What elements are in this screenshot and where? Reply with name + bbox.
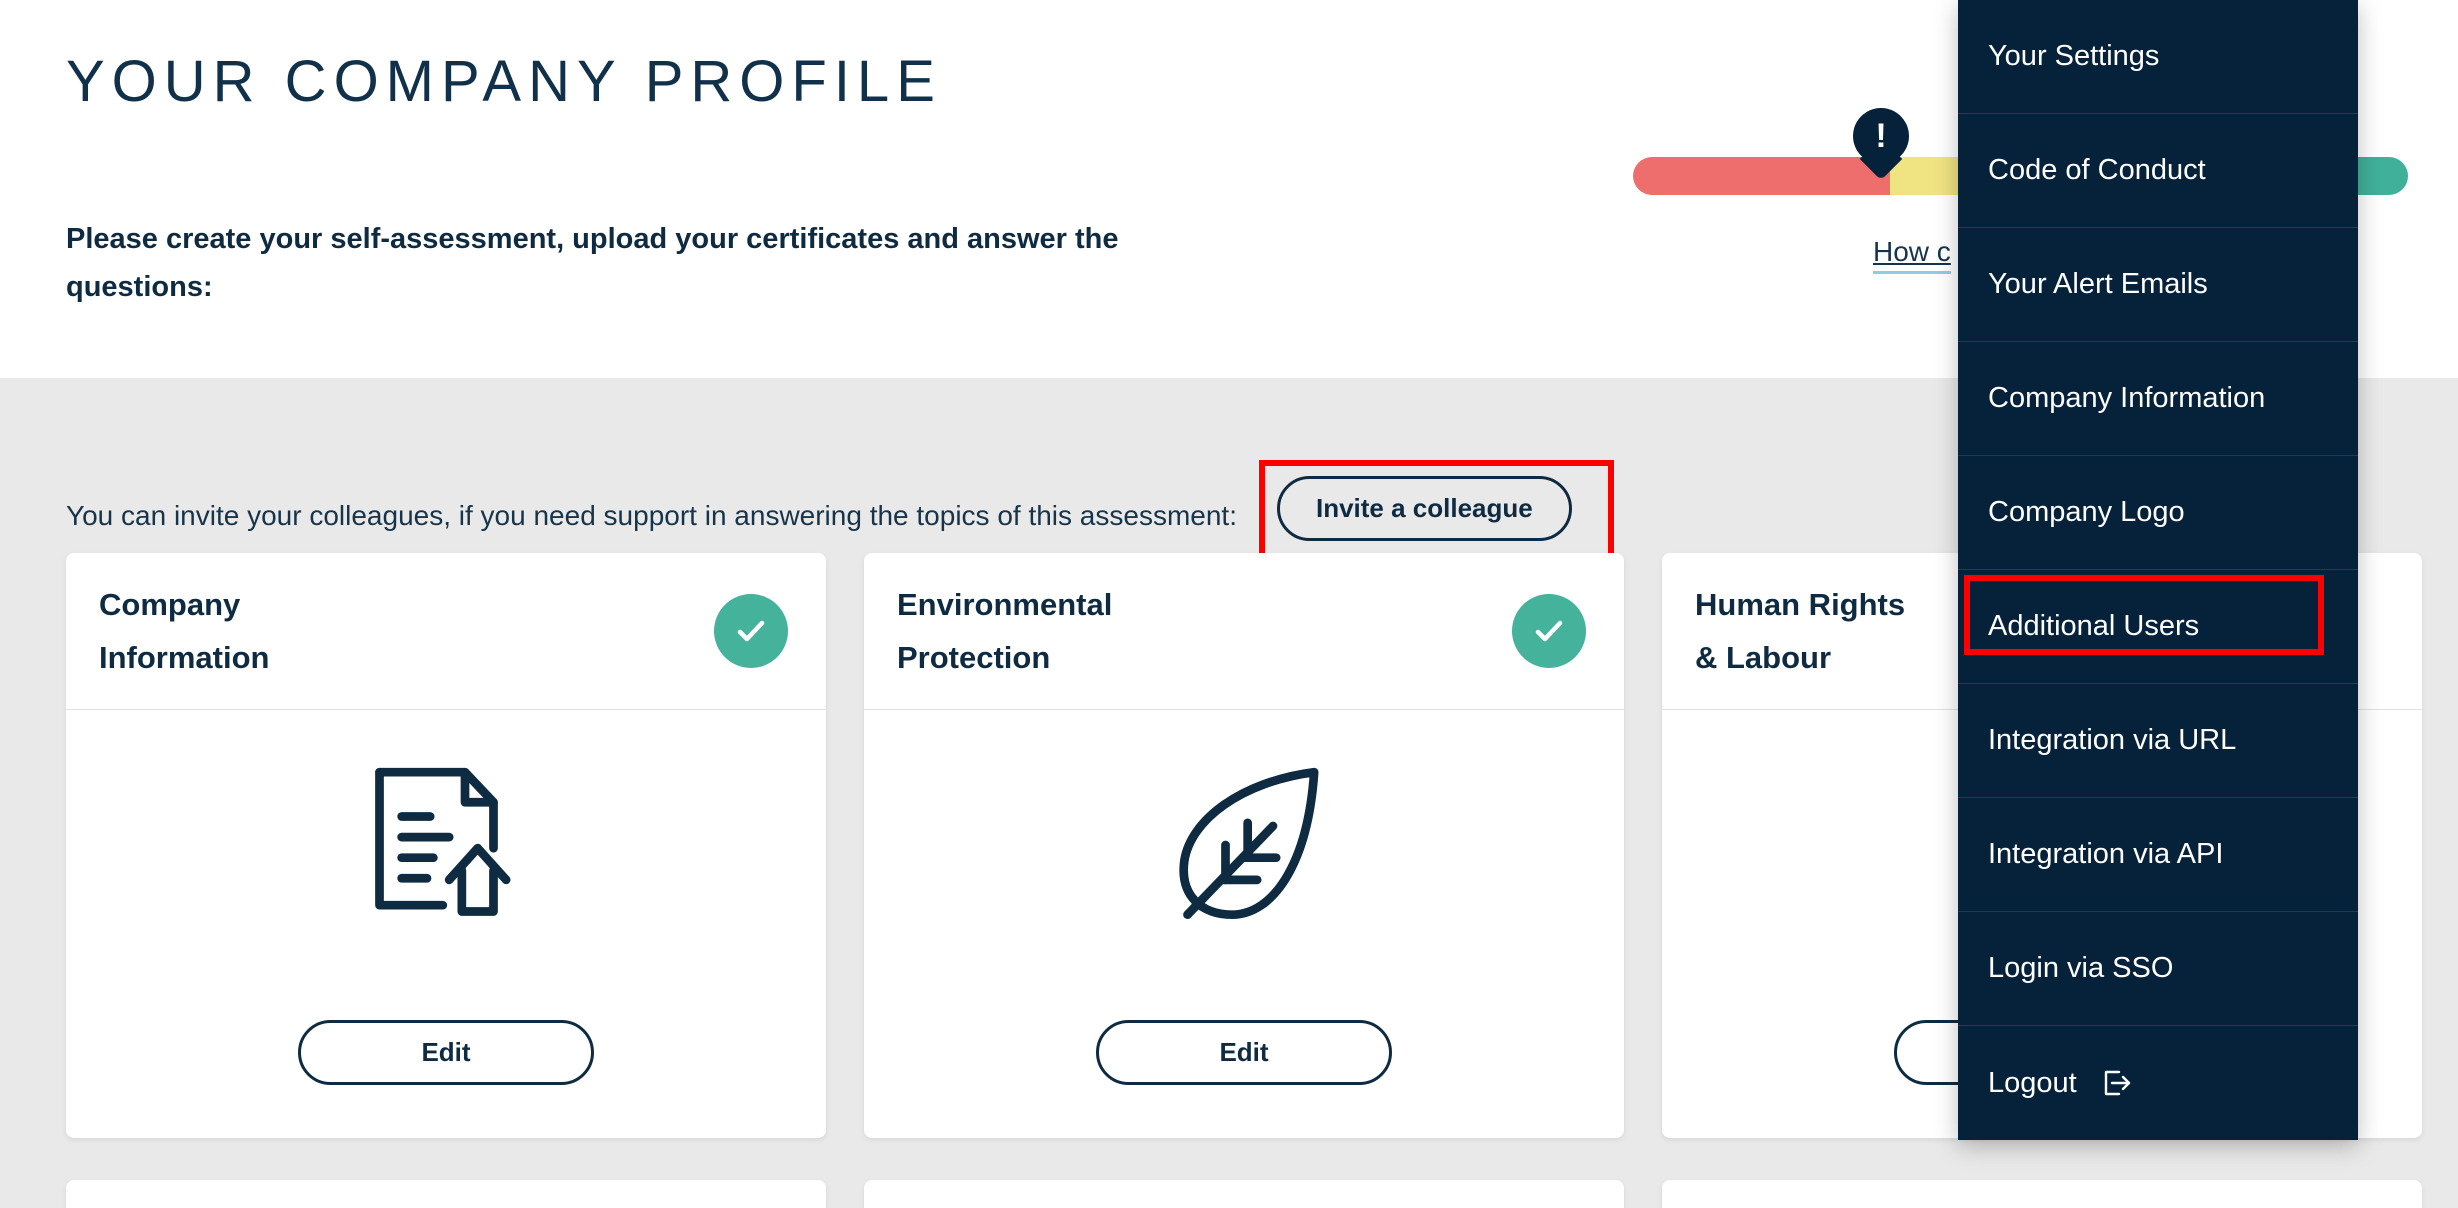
- card-title: Company Information: [99, 578, 270, 684]
- card-header: Environmental Protection: [864, 553, 1624, 710]
- check-circle-icon: [714, 594, 788, 668]
- progress-segment-red: [1633, 157, 1890, 195]
- menu-item-code-of-conduct[interactable]: Code of Conduct: [1958, 114, 2358, 228]
- menu-item-label: Integration via API: [1988, 838, 2223, 871]
- card-title: Human Rights & Labour: [1695, 578, 1905, 684]
- account-dropdown-menu: Your Settings Code of Conduct Your Alert…: [1958, 0, 2358, 1140]
- card-header: Company Information: [66, 553, 826, 710]
- topic-card-row2-1[interactable]: [66, 1180, 826, 1208]
- edit-button[interactable]: Edit: [298, 1020, 594, 1085]
- menu-item-company-logo[interactable]: Company Logo: [1958, 456, 2358, 570]
- menu-item-label: Code of Conduct: [1988, 154, 2206, 187]
- topic-card-row2-2[interactable]: [864, 1180, 1624, 1208]
- invite-colleague-button[interactable]: Invite a colleague: [1277, 476, 1572, 541]
- menu-item-label: Company Information: [1988, 382, 2265, 415]
- menu-item-login-via-sso[interactable]: Login via SSO: [1958, 912, 2358, 1026]
- leaf-icon: [1147, 750, 1342, 940]
- menu-item-label: Integration via URL: [1988, 724, 2236, 757]
- how-calculated-link[interactable]: How c: [1873, 236, 1951, 274]
- intro-text: Please create your self-assessment, uplo…: [66, 215, 1126, 311]
- logout-icon: [2099, 1065, 2135, 1101]
- check-circle-icon: [1512, 594, 1586, 668]
- menu-item-label: Logout: [1988, 1067, 2077, 1100]
- menu-item-integration-via-url[interactable]: Integration via URL: [1958, 684, 2358, 798]
- exclamation-marker-icon: !: [1853, 108, 1909, 180]
- menu-item-additional-users[interactable]: Additional Users: [1958, 570, 2358, 684]
- menu-item-label: Your Alert Emails: [1988, 268, 2208, 301]
- invite-text: You can invite your colleagues, if you n…: [66, 500, 1237, 532]
- card-body: Edit: [864, 710, 1624, 1138]
- page-title: YOUR COMPANY PROFILE: [66, 48, 942, 115]
- menu-item-your-settings[interactable]: Your Settings: [1958, 0, 2358, 114]
- menu-item-logout[interactable]: Logout: [1958, 1026, 2358, 1140]
- menu-item-company-information[interactable]: Company Information: [1958, 342, 2358, 456]
- topic-card-row2-3[interactable]: [1662, 1180, 2422, 1208]
- topic-card-company-information[interactable]: Company Information: [66, 553, 826, 1138]
- document-upload-icon: [351, 750, 541, 940]
- app-root: YOUR COMPANY PROFILE Please create your …: [0, 0, 2458, 1208]
- menu-item-label: Your Settings: [1988, 40, 2159, 73]
- menu-item-label: Additional Users: [1988, 610, 2199, 643]
- topic-card-environmental-protection[interactable]: Environmental Protection: [864, 553, 1624, 1138]
- menu-item-your-alert-emails[interactable]: Your Alert Emails: [1958, 228, 2358, 342]
- menu-item-integration-via-api[interactable]: Integration via API: [1958, 798, 2358, 912]
- marker-exclamation-glyph: !: [1853, 108, 1909, 164]
- menu-item-label: Company Logo: [1988, 496, 2185, 529]
- edit-button[interactable]: Edit: [1096, 1020, 1392, 1085]
- menu-item-label: Login via SSO: [1988, 952, 2173, 985]
- card-title: Environmental Protection: [897, 578, 1112, 684]
- card-body: Edit: [66, 710, 826, 1138]
